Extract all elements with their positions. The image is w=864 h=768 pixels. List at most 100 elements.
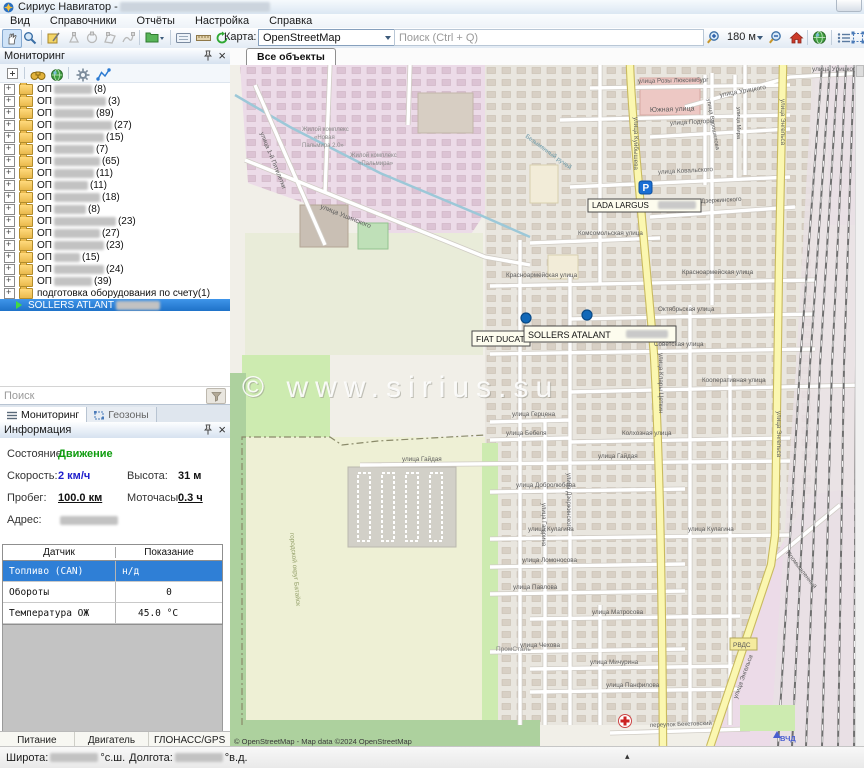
zoom-in-icon (706, 30, 721, 45)
expander-icon[interactable] (4, 168, 15, 179)
menu-item[interactable]: Справка (259, 15, 322, 27)
tree-item[interactable]: ОП (8) (0, 203, 230, 215)
zoom-tool-button[interactable] (21, 29, 39, 46)
path-geozone-button[interactable] (119, 29, 137, 46)
filter-icon (211, 391, 222, 402)
ruler-button[interactable] (194, 29, 212, 46)
tree-search-line[interactable]: Поиск (0, 386, 230, 405)
info-close-icon[interactable] (218, 425, 226, 435)
sensors-empty-area (2, 625, 223, 732)
tree-item-count: (23) (118, 216, 136, 227)
tree-item[interactable]: ОП (27) (0, 119, 230, 131)
tree-item[interactable]: ОП (65) (0, 155, 230, 167)
home-view-button[interactable] (787, 29, 805, 46)
expander-icon[interactable] (4, 264, 15, 275)
redacted-name (54, 157, 100, 166)
tab-monitoring[interactable]: Мониторинг (0, 407, 87, 423)
hours-value[interactable]: 0.3 ч (178, 492, 203, 504)
expander-icon[interactable] (4, 120, 15, 131)
tree-item[interactable]: ОП (18) (0, 191, 230, 203)
close-icon[interactable] (218, 51, 226, 61)
tree-item[interactable]: ОП (11) (0, 167, 230, 179)
vehicle-label: LADA LARGUS (592, 201, 649, 210)
map-tab-all-objects[interactable]: Все объекты (246, 48, 336, 65)
tree-filter-button[interactable] (206, 388, 226, 404)
expander-icon[interactable] (4, 144, 15, 155)
menu-item[interactable]: Справочники (40, 15, 127, 27)
tree-item[interactable]: ОП (89) (0, 107, 230, 119)
expander-icon[interactable] (4, 276, 15, 287)
global-search-input[interactable] (394, 29, 704, 46)
expander-icon[interactable] (4, 132, 15, 143)
zoom-in-button[interactable] (704, 29, 722, 46)
info-pin-icon[interactable] (203, 424, 213, 436)
vehicle-marker[interactable] (521, 313, 531, 323)
expander-icon[interactable] (4, 216, 15, 227)
tree-item-selected[interactable]: SOLLERS ATLANT (0, 299, 230, 311)
expander-icon[interactable] (4, 240, 15, 251)
expander-icon[interactable] (4, 192, 15, 203)
sensor-row[interactable]: Топливо (CAN)н/д (3, 561, 222, 582)
pin-icon[interactable] (203, 50, 213, 62)
expander-icon[interactable] (4, 288, 15, 299)
street-label: Красноармейская улица (682, 268, 754, 276)
map-scrollbar-thumb[interactable] (856, 65, 864, 77)
expander-icon[interactable] (4, 180, 15, 191)
tree-item[interactable]: ОП (15) (0, 251, 230, 263)
expander-icon[interactable] (4, 204, 15, 215)
track-button[interactable] (94, 66, 112, 83)
sensor-row[interactable]: Обороты0 (3, 582, 222, 603)
polygon-geozone-button[interactable] (101, 29, 119, 46)
tree-item[interactable]: подготовка оборудования по счету (1) (0, 287, 230, 299)
tree-item[interactable]: ОП (7) (0, 143, 230, 155)
expander-icon[interactable] (4, 96, 15, 107)
menu-item[interactable]: Отчёты (127, 15, 185, 27)
tab-geozones[interactable]: Геозоны (87, 407, 156, 423)
tree-search-placeholder: Поиск (4, 390, 34, 402)
expander-icon[interactable] (4, 228, 15, 239)
map-canvas[interactable]: улица Розы ЛюксембургЮжная улицаулица Ур… (230, 65, 856, 747)
expand-all-button[interactable] (6, 67, 19, 80)
map-provider-select[interactable]: OpenStreetMap (258, 29, 396, 46)
edit-geozone-button[interactable] (45, 29, 63, 46)
menu-item[interactable]: Настройка (185, 15, 259, 27)
keyboard-button[interactable] (174, 29, 192, 46)
speed-label: Скорость: (7, 470, 58, 482)
redacted-name (54, 253, 80, 262)
world-view-button[interactable] (810, 29, 828, 46)
tree-settings-button[interactable] (74, 66, 92, 83)
longitude-label: Долгота: (129, 752, 173, 764)
mileage-value[interactable]: 100.0 км (58, 492, 102, 504)
scale-dropdown-icon[interactable] (757, 36, 763, 40)
pan-tool-button[interactable] (2, 29, 22, 48)
vehicle-marker[interactable] (582, 310, 592, 320)
tree-item[interactable]: ОП (23) (0, 239, 230, 251)
tree-item[interactable]: ОП (23) (0, 215, 230, 227)
layers-button[interactable] (143, 29, 167, 46)
tree-item[interactable]: ОП (15) (0, 131, 230, 143)
expander-icon[interactable] (4, 156, 15, 167)
circle-geozone-button[interactable] (83, 29, 101, 46)
show-on-map-button[interactable] (48, 66, 66, 83)
sensor-value: 0 (116, 587, 222, 598)
tree-item[interactable]: ОП (11) (0, 179, 230, 191)
collapse-arrow-icon[interactable]: ▴ (625, 751, 630, 762)
expander-icon[interactable] (4, 108, 15, 119)
expander-icon[interactable] (4, 84, 15, 95)
menu-item[interactable]: Вид (0, 15, 40, 27)
tree-item[interactable]: ОП (3) (0, 95, 230, 107)
expander-icon[interactable] (4, 252, 15, 263)
add-node-button[interactable] (65, 29, 83, 46)
latitude-suffix: °с.ш. (100, 752, 125, 764)
tree-item[interactable]: ОП (8) (0, 83, 230, 95)
tree-item[interactable]: ОП (24) (0, 263, 230, 275)
zoom-out-button[interactable] (766, 29, 784, 46)
sensor-row[interactable]: Температура ОЖ45.0 °C (3, 603, 222, 624)
tree-item[interactable]: ОП (27) (0, 227, 230, 239)
window-control-button[interactable] (836, 0, 862, 12)
state-label: Состояние: (7, 448, 65, 460)
tree-item[interactable]: ОП (39) (0, 275, 230, 287)
map-scrollbar[interactable] (855, 65, 864, 747)
find-object-button[interactable] (29, 66, 47, 83)
street-label: «Новая (314, 135, 335, 141)
